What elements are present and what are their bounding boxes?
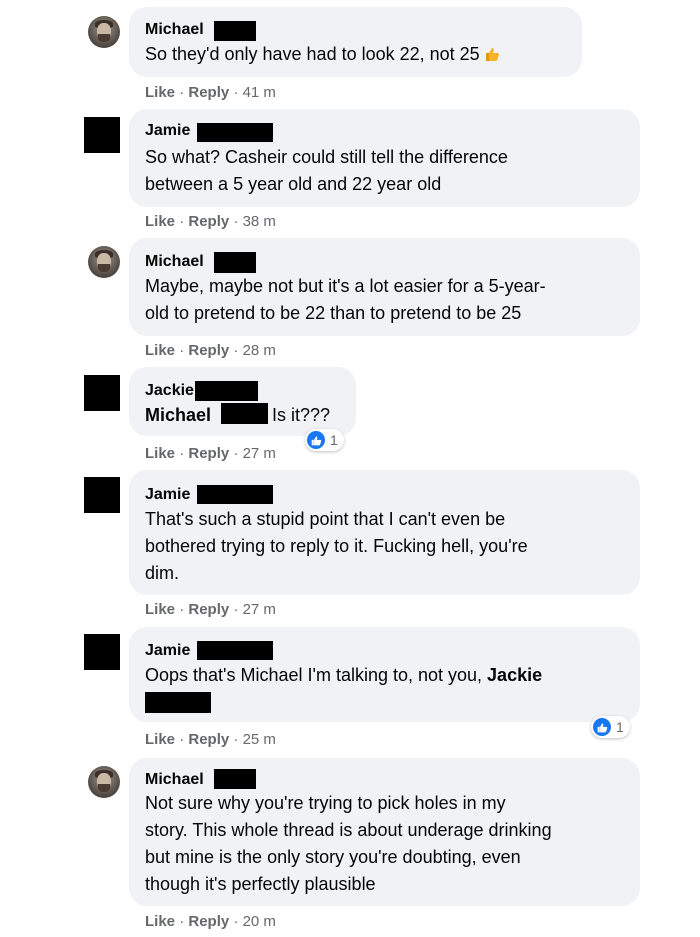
comment-author[interactable]: Michael	[145, 252, 204, 272]
reply-link[interactable]: Reply	[188, 342, 229, 359]
redaction-bar	[197, 485, 273, 504]
reply-link[interactable]: Reply	[188, 445, 229, 462]
like-reaction-icon	[307, 431, 325, 449]
timestamp[interactable]: 38 m	[243, 213, 276, 230]
reply-link[interactable]: Reply	[188, 913, 229, 930]
comment-actions: Like · Reply · 25 m	[145, 731, 276, 748]
comment-actions: Like · Reply · 28 m	[145, 342, 276, 359]
comment-actions: Like · Reply · 38 m	[145, 213, 276, 230]
comment-author[interactable]: Michael	[145, 770, 204, 790]
comment-text: So they'd only have had to look 22, not …	[145, 41, 500, 68]
comment-text: dim.	[145, 563, 180, 583]
comment-actions: Like · Reply · 27 m	[145, 601, 276, 618]
comment-text: That's such a stupid point that I can't …	[145, 509, 506, 529]
comment-author[interactable]: Michael	[145, 20, 204, 40]
avatar[interactable]	[84, 375, 120, 411]
timestamp[interactable]: 20 m	[243, 913, 276, 930]
redaction-bar	[214, 252, 256, 273]
reply-link[interactable]: Reply	[188, 731, 229, 748]
comment-text: Not sure why you're trying to pick holes…	[145, 793, 506, 813]
thumbs-up-emoji-icon	[485, 48, 499, 61]
comment-author[interactable]: Jamie	[145, 641, 190, 661]
comment-text: but mine is the only story you're doubti…	[145, 847, 521, 867]
redaction-bar	[214, 769, 256, 789]
like-link[interactable]: Like	[145, 445, 175, 462]
comment-author[interactable]: Jackie	[145, 381, 194, 401]
like-link[interactable]: Like	[145, 84, 175, 101]
comment-text: though it's perfectly plausible	[145, 874, 376, 894]
comment-actions: Like · Reply · 20 m	[145, 913, 276, 930]
avatar[interactable]	[84, 634, 120, 670]
reaction-summary[interactable]: 1	[591, 716, 630, 738]
like-link[interactable]: Like	[145, 213, 175, 230]
reply-link[interactable]: Reply	[188, 84, 229, 101]
redaction-bar	[145, 692, 211, 713]
redaction-bar	[197, 123, 273, 142]
timestamp[interactable]: 27 m	[243, 445, 276, 462]
timestamp[interactable]: 28 m	[243, 342, 276, 359]
reaction-summary[interactable]: 1	[305, 429, 344, 451]
redaction-bar	[195, 381, 258, 401]
reply-link[interactable]: Reply	[188, 601, 229, 618]
timestamp[interactable]: 41 m	[243, 84, 276, 101]
comment-mention[interactable]: Jackie	[487, 665, 542, 685]
redaction-bar	[214, 21, 256, 41]
comment-author[interactable]: Jamie	[145, 485, 190, 505]
avatar[interactable]	[88, 246, 120, 278]
avatar[interactable]	[88, 766, 120, 798]
avatar[interactable]	[84, 477, 120, 513]
comment-text: Maybe, maybe not but it's a lot easier f…	[145, 276, 546, 296]
like-reaction-icon	[593, 718, 611, 736]
comment-text: So what? Casheir could still tell the di…	[145, 147, 508, 167]
comment-text: bothered trying to reply to it. Fucking …	[145, 536, 528, 556]
reply-link[interactable]: Reply	[188, 213, 229, 230]
like-link[interactable]: Like	[145, 342, 175, 359]
comment-text: Is it???	[272, 405, 331, 425]
comment-text: between a 5 year old and 22 year old	[145, 174, 442, 194]
timestamp[interactable]: 25 m	[243, 731, 276, 748]
redaction-bar	[197, 641, 273, 660]
comment-text: old to pretend to be 22 than to pretend …	[145, 303, 522, 323]
timestamp[interactable]: 27 m	[243, 601, 276, 618]
comment-author[interactable]: Jamie	[145, 121, 190, 141]
comment-actions: Like · Reply · 27 m	[145, 445, 276, 462]
comment-text: Oops that's Michael I'm talking to, not …	[145, 665, 543, 685]
avatar[interactable]	[84, 117, 120, 153]
like-link[interactable]: Like	[145, 731, 175, 748]
like-link[interactable]: Like	[145, 601, 175, 618]
reaction-count: 1	[616, 719, 624, 735]
like-link[interactable]: Like	[145, 913, 175, 930]
reaction-count: 1	[330, 432, 338, 448]
avatar[interactable]	[88, 16, 120, 48]
comment-mention[interactable]: Michael	[145, 402, 211, 429]
redaction-bar	[221, 403, 268, 424]
comment-actions: Like · Reply · 41 m	[145, 84, 276, 101]
comment-text: story. This whole thread is about undera…	[145, 820, 552, 840]
